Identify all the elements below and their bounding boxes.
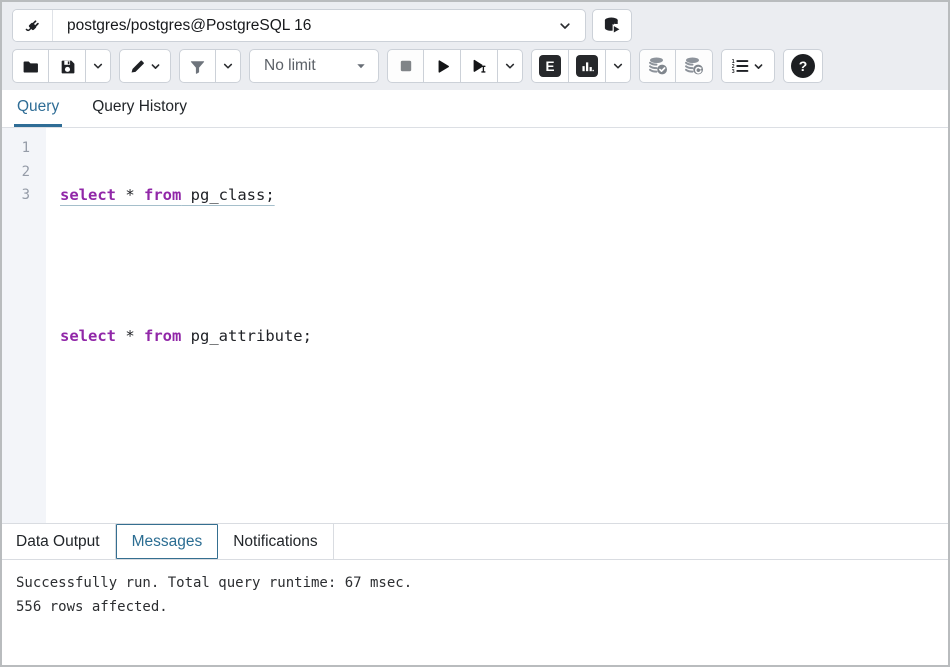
line-number: 2 (2, 161, 30, 185)
code-area[interactable]: select * from pg_class; select * from pg… (46, 128, 948, 523)
open-file-button[interactable] (12, 49, 49, 83)
filter-options-button[interactable] (216, 49, 241, 83)
line-number-gutter: 1 2 3 (2, 128, 46, 523)
help-question-icon: ? (791, 54, 815, 78)
execute-button-group (387, 49, 523, 83)
code-line-1: select * from pg_class; (60, 184, 948, 208)
query-tool-window: postgres/postgres@PostgreSQL 16 (0, 0, 950, 667)
chevron-down-icon (557, 18, 573, 34)
chevron-down-icon (752, 60, 765, 73)
help-button[interactable]: ? (783, 49, 823, 83)
folder-icon (22, 58, 39, 75)
explain-button-group: E (531, 49, 631, 83)
filter-button-group (179, 49, 241, 83)
play-cursor-icon (470, 57, 488, 75)
database-commit-icon (648, 56, 668, 76)
topbar: postgres/postgres@PostgreSQL 16 (2, 2, 948, 90)
explain-analyze-chart-icon (576, 55, 598, 77)
connection-group: postgres/postgres@PostgreSQL 16 (12, 9, 586, 42)
tab-notifications[interactable]: Notifications (218, 524, 333, 559)
new-connection-button[interactable] (592, 9, 632, 42)
edit-menu-button[interactable] (119, 49, 171, 83)
svg-text:3: 3 (732, 69, 735, 75)
editor-tabbar: Query Query History (2, 90, 948, 128)
output-tabbar: Data Output Messages Notifications (2, 524, 948, 560)
tab-data-output[interactable]: Data Output (2, 524, 116, 559)
explain-button[interactable]: E (531, 49, 569, 83)
line-number: 3 (2, 184, 30, 208)
sql-editor[interactable]: 1 2 3 select * from pg_class; select * f… (2, 128, 948, 523)
file-button-group (12, 49, 111, 83)
row-limit-select[interactable]: No limit (249, 49, 379, 83)
message-line: Successfully run. Total query runtime: 6… (16, 571, 934, 595)
macros-button[interactable]: 1 2 3 (721, 49, 775, 83)
chevron-down-icon (221, 59, 235, 73)
filter-funnel-icon (189, 58, 206, 75)
output-panel: Data Output Messages Notifications Succe… (2, 523, 948, 665)
toolbar: No limit (2, 45, 948, 90)
save-icon (59, 58, 76, 75)
explain-options-button[interactable] (606, 49, 631, 83)
database-arrow-icon (603, 16, 622, 35)
connection-status-button[interactable] (13, 10, 53, 41)
help-button-group: ? (783, 49, 823, 83)
edit-button-group (119, 49, 171, 83)
save-options-button[interactable] (86, 49, 111, 83)
messages-panel: Successfully run. Total query runtime: 6… (2, 560, 948, 665)
transaction-button-group (639, 49, 713, 83)
chevron-down-icon (149, 60, 162, 73)
row-limit-value: No limit (264, 57, 354, 75)
chevron-down-icon (91, 59, 105, 73)
explain-e-icon: E (539, 55, 561, 77)
execute-options-button[interactable] (498, 49, 523, 83)
code-line-2 (60, 255, 948, 279)
tab-messages[interactable]: Messages (116, 524, 219, 559)
line-number: 1 (2, 137, 30, 161)
connection-dropdown[interactable]: postgres/postgres@PostgreSQL 16 (53, 10, 585, 41)
numbered-list-icon: 1 2 3 (731, 57, 749, 75)
caret-down-icon (354, 59, 368, 73)
tab-query-history[interactable]: Query History (89, 89, 190, 127)
database-rollback-icon (684, 56, 704, 76)
execute-button[interactable] (424, 49, 461, 83)
connection-dropdown-value: postgres/postgres@PostgreSQL 16 (67, 17, 557, 35)
stop-button[interactable] (387, 49, 424, 83)
tab-query[interactable]: Query (14, 89, 62, 127)
macro-button-group: 1 2 3 (721, 49, 775, 83)
pencil-icon (129, 58, 146, 75)
filter-button[interactable] (179, 49, 216, 83)
execute-current-query-button[interactable] (461, 49, 498, 83)
code-line-3: select * from pg_attribute; (60, 325, 948, 349)
plug-icon (24, 17, 42, 35)
chevron-down-icon (503, 59, 517, 73)
stop-icon (398, 58, 414, 74)
explain-analyze-button[interactable] (569, 49, 606, 83)
connection-row: postgres/postgres@PostgreSQL 16 (2, 2, 948, 45)
commit-button[interactable] (639, 49, 676, 83)
chevron-down-icon (611, 59, 625, 73)
play-icon (434, 58, 451, 75)
save-button[interactable] (49, 49, 86, 83)
message-line: 556 rows affected. (16, 595, 934, 619)
rollback-button[interactable] (676, 49, 713, 83)
